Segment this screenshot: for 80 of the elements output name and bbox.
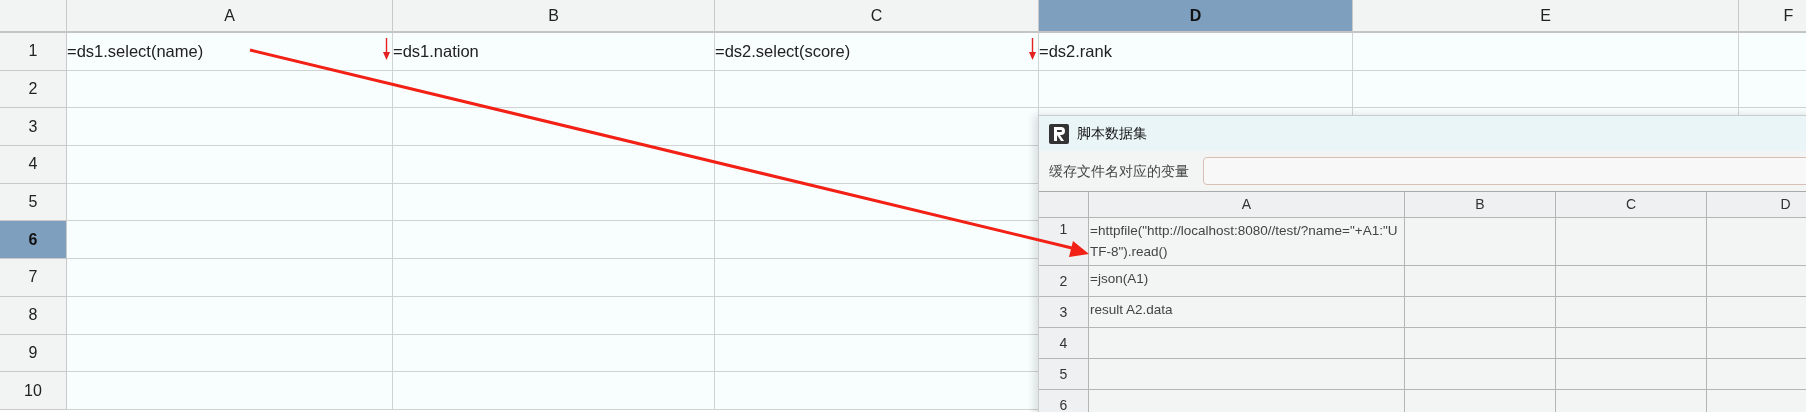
cell[interactable]: =ds2.select(score) bbox=[715, 33, 1039, 71]
cell[interactable] bbox=[1405, 297, 1556, 328]
column-header[interactable]: B bbox=[1405, 192, 1556, 218]
cell[interactable] bbox=[393, 70, 715, 109]
cell[interactable] bbox=[715, 108, 1039, 147]
cell[interactable] bbox=[1556, 359, 1707, 390]
cell[interactable] bbox=[393, 372, 715, 410]
cell[interactable] bbox=[393, 183, 715, 222]
cell[interactable] bbox=[67, 259, 393, 297]
row-header[interactable]: 3 bbox=[1039, 297, 1089, 328]
row-header[interactable]: 8 bbox=[0, 296, 67, 335]
cell[interactable] bbox=[715, 296, 1039, 335]
cell[interactable] bbox=[67, 183, 393, 222]
row-header[interactable]: 6 bbox=[1039, 390, 1089, 412]
cell[interactable] bbox=[67, 372, 393, 410]
cell[interactable]: result A2.data bbox=[1089, 297, 1405, 328]
column-header[interactable]: A bbox=[1089, 192, 1405, 218]
cell[interactable] bbox=[393, 146, 715, 184]
column-header[interactable]: F bbox=[1739, 0, 1806, 33]
row-header[interactable]: 6 bbox=[0, 221, 67, 260]
cell[interactable] bbox=[393, 334, 715, 373]
row-header[interactable]: 1 bbox=[1039, 218, 1089, 266]
column-header[interactable]: D bbox=[1707, 192, 1806, 218]
column-header[interactable]: B bbox=[393, 0, 715, 33]
field-label: 缓存文件名对应的变量 bbox=[1049, 161, 1189, 181]
cell[interactable] bbox=[67, 334, 393, 373]
row-header[interactable]: 1 bbox=[0, 33, 67, 71]
row-header[interactable]: 2 bbox=[1039, 266, 1089, 297]
cell[interactable] bbox=[67, 221, 393, 260]
cell[interactable] bbox=[715, 334, 1039, 373]
cell[interactable] bbox=[1556, 266, 1707, 297]
cell[interactable] bbox=[1556, 218, 1707, 266]
cell[interactable] bbox=[67, 70, 393, 109]
cell[interactable] bbox=[715, 183, 1039, 222]
row-header[interactable]: 4 bbox=[0, 146, 67, 184]
row-header[interactable]: 5 bbox=[0, 183, 67, 222]
dialog-title: 脚本数据集 bbox=[1077, 124, 1147, 143]
row-header[interactable]: 4 bbox=[1039, 328, 1089, 359]
app-icon bbox=[1049, 123, 1069, 144]
row-header[interactable]: 10 bbox=[0, 372, 67, 410]
row-header[interactable]: 7 bbox=[0, 259, 67, 297]
cell[interactable]: =httpfile("http://localhost:8080//test/?name="+A1:"UTF-8").read() bbox=[1089, 218, 1405, 266]
cell[interactable] bbox=[1556, 297, 1707, 328]
cell[interactable] bbox=[1353, 33, 1739, 71]
cell[interactable] bbox=[67, 146, 393, 184]
column-header[interactable]: A bbox=[67, 0, 393, 33]
cell[interactable]: =ds1.nation bbox=[393, 33, 715, 71]
cell[interactable] bbox=[1353, 70, 1739, 109]
cell[interactable]: =ds2.rank bbox=[1039, 33, 1353, 71]
cell[interactable] bbox=[715, 221, 1039, 260]
cell[interactable] bbox=[1089, 359, 1405, 390]
cell[interactable] bbox=[393, 221, 715, 260]
cell[interactable] bbox=[1405, 266, 1556, 297]
cell[interactable] bbox=[1405, 359, 1556, 390]
row-header[interactable]: 2 bbox=[0, 70, 67, 109]
cell[interactable] bbox=[393, 108, 715, 147]
cell[interactable] bbox=[1039, 70, 1353, 109]
cell[interactable] bbox=[393, 259, 715, 297]
cell[interactable] bbox=[1405, 328, 1556, 359]
column-header[interactable]: C bbox=[715, 0, 1039, 33]
row-header[interactable]: 9 bbox=[0, 334, 67, 373]
cell[interactable] bbox=[1089, 328, 1405, 359]
cell[interactable] bbox=[393, 296, 715, 335]
corner-cell bbox=[0, 0, 67, 33]
cell[interactable]: =json(A1) bbox=[1089, 266, 1405, 297]
row-header[interactable]: 3 bbox=[0, 108, 67, 147]
cell[interactable] bbox=[1556, 328, 1707, 359]
cell[interactable] bbox=[67, 108, 393, 147]
cell[interactable]: =ds1.select(name) bbox=[67, 33, 393, 71]
cell[interactable] bbox=[715, 372, 1039, 410]
column-header[interactable]: D bbox=[1039, 0, 1353, 33]
text-field[interactable] bbox=[1203, 157, 1806, 185]
cell[interactable] bbox=[715, 146, 1039, 184]
cell[interactable] bbox=[715, 70, 1039, 109]
cell[interactable] bbox=[67, 296, 393, 335]
cell[interactable] bbox=[1405, 218, 1556, 266]
column-header[interactable]: C bbox=[1556, 192, 1707, 218]
row-header[interactable]: 5 bbox=[1039, 359, 1089, 390]
column-header[interactable]: E bbox=[1353, 0, 1739, 33]
cell[interactable] bbox=[715, 259, 1039, 297]
